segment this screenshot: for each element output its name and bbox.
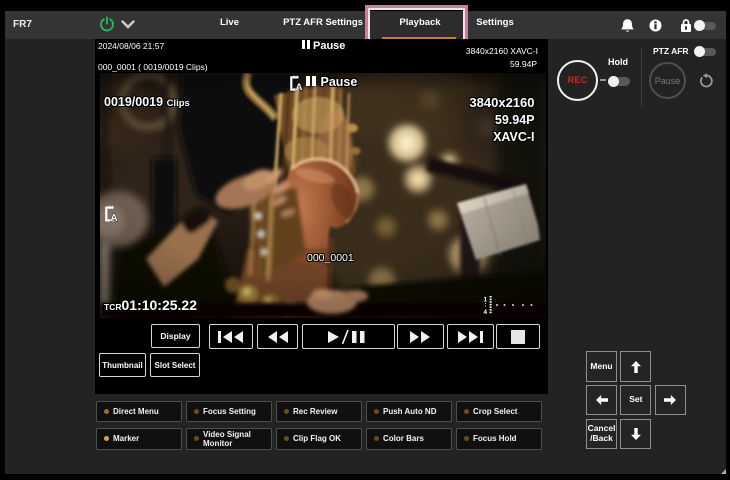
svg-text:A: A [110,213,117,222]
svg-text:1: 1 [484,297,488,304]
svg-text:A: A [296,82,303,91]
svg-text:4: 4 [484,309,488,315]
